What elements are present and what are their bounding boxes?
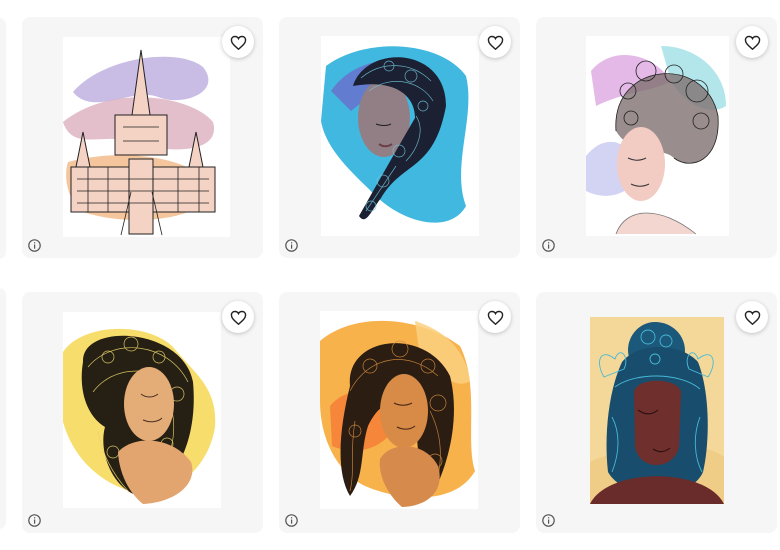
partial-card-edge — [0, 288, 6, 529]
info-circle-icon — [541, 513, 555, 527]
artwork-card-blue-bun-portrait[interactable] — [536, 292, 777, 533]
info-circle-icon — [541, 238, 555, 252]
artwork-card-blue-braid[interactable] — [279, 17, 520, 258]
heart-outline-icon — [230, 35, 246, 50]
info-circle-icon — [284, 238, 298, 252]
info-circle-icon — [27, 238, 41, 252]
heart-outline-icon — [487, 35, 503, 50]
artwork-card-pastel-portrait[interactable] — [536, 17, 777, 258]
heart-outline-icon — [230, 310, 246, 325]
artwork-image-orange-portrait[interactable] — [320, 311, 478, 509]
artwork-image-blue-bun-portrait[interactable] — [590, 317, 724, 504]
favorite-button[interactable] — [479, 26, 511, 58]
favorite-button[interactable] — [736, 26, 768, 58]
artwork-image-pastel-portrait[interactable] — [586, 36, 729, 236]
favorite-button[interactable] — [479, 301, 511, 333]
favorite-button[interactable] — [736, 301, 768, 333]
heart-outline-icon — [744, 35, 760, 50]
info-button[interactable] — [27, 238, 41, 252]
heart-outline-icon — [744, 310, 760, 325]
info-circle-icon — [27, 513, 41, 527]
partial-card-edge — [0, 18, 6, 259]
artwork-card-temple[interactable] — [22, 17, 263, 258]
info-button[interactable] — [541, 238, 555, 252]
artwork-card-orange-portrait[interactable] — [279, 292, 520, 533]
info-button[interactable] — [541, 513, 555, 527]
info-button[interactable] — [284, 513, 298, 527]
favorite-button[interactable] — [222, 26, 254, 58]
artwork-card-yellow-portrait[interactable] — [22, 292, 263, 533]
info-circle-icon — [284, 513, 298, 527]
info-button[interactable] — [284, 238, 298, 252]
heart-outline-icon — [487, 310, 503, 325]
info-button[interactable] — [27, 513, 41, 527]
artwork-image-blue-braid[interactable] — [321, 36, 479, 236]
favorite-button[interactable] — [222, 301, 254, 333]
artwork-image-temple[interactable] — [63, 37, 230, 237]
artwork-image-yellow-portrait[interactable] — [63, 312, 221, 508]
